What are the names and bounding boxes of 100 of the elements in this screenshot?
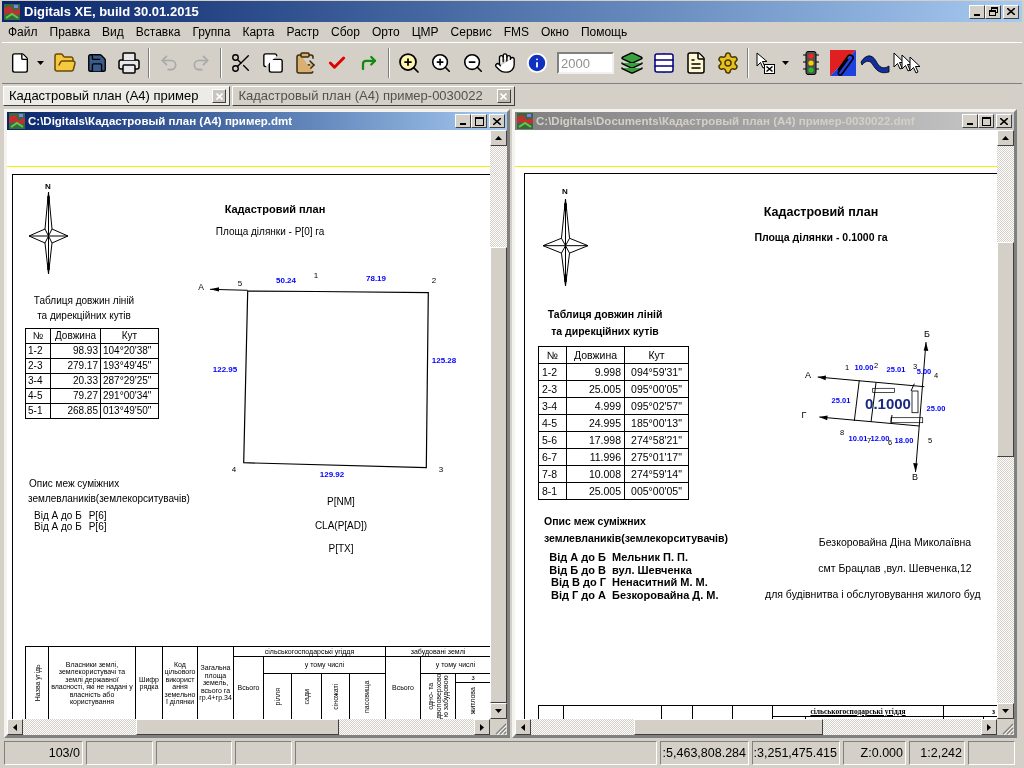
close-button[interactable] <box>489 114 505 128</box>
table-cell: 095°02'57" <box>624 397 689 415</box>
table-icon <box>652 51 676 75</box>
menu-item[interactable]: Файл <box>2 23 44 41</box>
table-cell: 4-5 <box>25 388 51 404</box>
scroll-down-button[interactable] <box>490 703 507 719</box>
close-icon <box>1000 117 1008 125</box>
close-button[interactable] <box>996 114 1012 128</box>
table-cell: 291°00'34" <box>100 388 159 404</box>
scrollbar-thumb[interactable] <box>634 719 823 735</box>
scroll-right-button[interactable] <box>981 719 997 735</box>
length-label: 125.28 <box>431 355 457 365</box>
table-cell: 3-4 <box>25 373 51 389</box>
menu-item[interactable]: Окно <box>535 23 575 41</box>
status-panel <box>86 741 153 765</box>
menu-item[interactable]: Вставка <box>129 23 187 41</box>
tab-close-button[interactable] <box>212 89 227 103</box>
boundary-label: Від А до Б <box>549 551 606 564</box>
length-label: 122.95 <box>212 364 238 374</box>
menu-item[interactable]: Сервис <box>444 23 498 41</box>
minimize-button[interactable] <box>455 114 471 128</box>
scroll-down-button[interactable] <box>997 703 1014 719</box>
land-use-purpose: для будівнитва і обслуговування жилого буд <box>765 588 981 601</box>
scroll-left-button[interactable] <box>7 719 23 735</box>
neighbour-name: P[6] <box>88 510 107 521</box>
neighbours-caption: Опис меж суміжних <box>29 478 120 490</box>
table-cell: 274°58'21" <box>624 431 689 449</box>
length-label: 78.19 <box>366 273 386 283</box>
traffic-light-icon <box>803 51 819 75</box>
scroll-up-button[interactable] <box>997 130 1014 146</box>
scroll-left-button[interactable] <box>515 719 531 735</box>
menu-item[interactable]: FMS <box>497 23 535 41</box>
menu-item[interactable]: Группа <box>186 23 237 41</box>
boundary-label: Від Г до А <box>550 588 606 601</box>
scrollbar-thumb[interactable] <box>997 242 1014 457</box>
menu-item[interactable]: ЦМР <box>405 23 445 41</box>
paperclip-icon <box>830 50 856 76</box>
window-title: C:\Digitals\Кадастровый план (А4) пример.dmt <box>28 114 294 128</box>
minimize-button[interactable] <box>962 114 978 128</box>
menu-item[interactable]: Помощь <box>574 23 634 41</box>
maximize-icon <box>981 116 991 126</box>
down-arrow-icon <box>495 709 502 713</box>
table-cell: 268.85 <box>50 403 101 419</box>
scissors-icon <box>230 52 252 74</box>
x-coordinate: :5,463,808.284 <box>660 741 749 765</box>
left-arrow-icon <box>13 723 17 731</box>
vertical-scrollbar[interactable] <box>997 146 1014 703</box>
direction-label: А <box>198 282 204 292</box>
table-cell: 7-8 <box>538 465 567 483</box>
menu-item[interactable]: Сбор <box>325 23 366 41</box>
maximize-button[interactable] <box>471 114 487 128</box>
menu-item[interactable]: Растр <box>280 23 325 41</box>
table-cell: 5-1 <box>25 403 51 419</box>
tab-close-button[interactable] <box>496 89 511 103</box>
app-icon <box>517 113 533 129</box>
status-panel <box>968 741 1015 765</box>
minimize-button[interactable] <box>969 4 985 19</box>
neighbour-name: Безкоровайна Д. М. <box>612 588 719 601</box>
scrollbar-thumb[interactable] <box>136 719 339 735</box>
close-button[interactable] <box>1003 4 1019 19</box>
template-field: P[TX] <box>328 543 354 555</box>
table-cell: 98.93 <box>50 343 101 359</box>
scroll-right-button[interactable] <box>474 719 490 735</box>
table-cell: 4.999 <box>566 397 625 415</box>
neighbours-caption: землевлаників(землекорситувачів) <box>544 532 728 545</box>
cursor-box-icon <box>756 52 776 74</box>
scroll-up-button[interactable] <box>490 130 507 146</box>
maximize-button[interactable] <box>978 114 994 128</box>
layers-icon <box>620 51 644 75</box>
menu-item[interactable]: Правка <box>43 23 97 41</box>
menu-item[interactable]: Вид <box>96 23 130 41</box>
point-label: 5 <box>237 278 243 288</box>
maximize-icon <box>474 116 484 126</box>
menu-item[interactable]: Карта <box>236 23 281 41</box>
document-tab[interactable]: Кадастровый план (А4) пример-0030022 <box>232 86 515 106</box>
length-label: 129.92 <box>319 469 345 479</box>
neighbour-name: P[6] <box>88 521 107 532</box>
horizontal-scrollbar[interactable] <box>23 719 474 735</box>
table-header-cell: Кут <box>624 346 689 364</box>
table-caption: та дирекційних кутів <box>551 325 659 338</box>
attach-button[interactable] <box>827 47 859 79</box>
direction-label: Г <box>801 410 807 420</box>
horizontal-scrollbar[interactable] <box>531 719 981 735</box>
table-cell: 8-1 <box>538 482 567 500</box>
restore-button[interactable] <box>985 4 1001 19</box>
neighbour-name: Мельник П. П. <box>612 551 689 564</box>
up-arrow-icon <box>1002 136 1009 140</box>
document-tab[interactable]: Кадастровый план (А4) пример <box>3 86 231 106</box>
close-icon <box>215 92 223 100</box>
menu-item[interactable]: Орто <box>365 23 406 41</box>
scrollbar-thumb[interactable] <box>490 247 507 703</box>
table-cell: 24.995 <box>566 414 625 432</box>
table-cell: 104°20'38" <box>100 343 159 359</box>
table-cell: 10.008 <box>566 465 625 483</box>
vertical-scrollbar[interactable] <box>490 146 507 703</box>
table-cell: 3-4 <box>538 397 567 415</box>
minimize-icon <box>967 123 973 125</box>
copy-icon <box>262 52 284 74</box>
length-label: 50.24 <box>276 275 296 285</box>
owner-name: Безкоровайна Діна Миколаївна <box>818 536 972 549</box>
